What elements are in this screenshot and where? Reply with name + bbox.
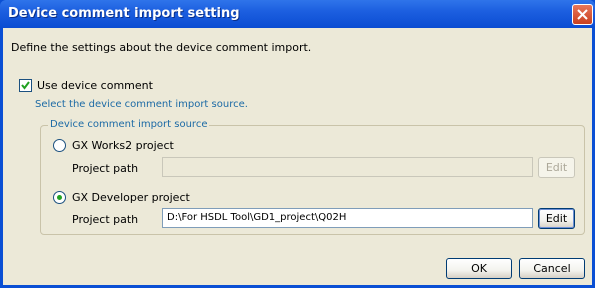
dialog-window: Device comment import setting Define the… (0, 0, 595, 288)
gxdeveloper-edit-button[interactable]: Edit (538, 208, 575, 229)
title-bar[interactable]: Device comment import setting (0, 0, 595, 28)
close-icon (577, 9, 588, 20)
hint-text: Select the device comment import source. (35, 99, 248, 110)
gxworks2-edit-button[interactable]: Edit (538, 157, 575, 178)
source-group-legend: Device comment import source (48, 119, 210, 130)
dialog-title: Device comment import setting (8, 6, 240, 21)
checkmark-icon (21, 81, 30, 90)
radio-selected-dot (57, 195, 62, 200)
gxworks2-path-field[interactable] (162, 157, 533, 177)
description-text: Define the settings about the device com… (11, 41, 312, 54)
use-device-comment-label: Use device comment (37, 79, 153, 92)
gxworks2-radio[interactable] (53, 139, 66, 152)
gxdeveloper-label: GX Developer project (72, 191, 190, 204)
dialog-body: Define the settings about the device com… (3, 28, 592, 285)
gxworks2-label: GX Works2 project (72, 139, 174, 152)
gxdeveloper-path-label: Project path (72, 213, 139, 226)
use-device-comment-checkbox[interactable] (19, 79, 32, 92)
gxworks2-path-label: Project path (72, 162, 139, 175)
gxdeveloper-path-field[interactable]: D:\For HSDL Tool\GD1_project\Q02H (162, 208, 533, 228)
gxdeveloper-radio[interactable] (53, 191, 66, 204)
ok-button[interactable]: OK (446, 258, 512, 279)
close-button[interactable] (572, 4, 593, 25)
cancel-button[interactable]: Cancel (519, 258, 585, 279)
